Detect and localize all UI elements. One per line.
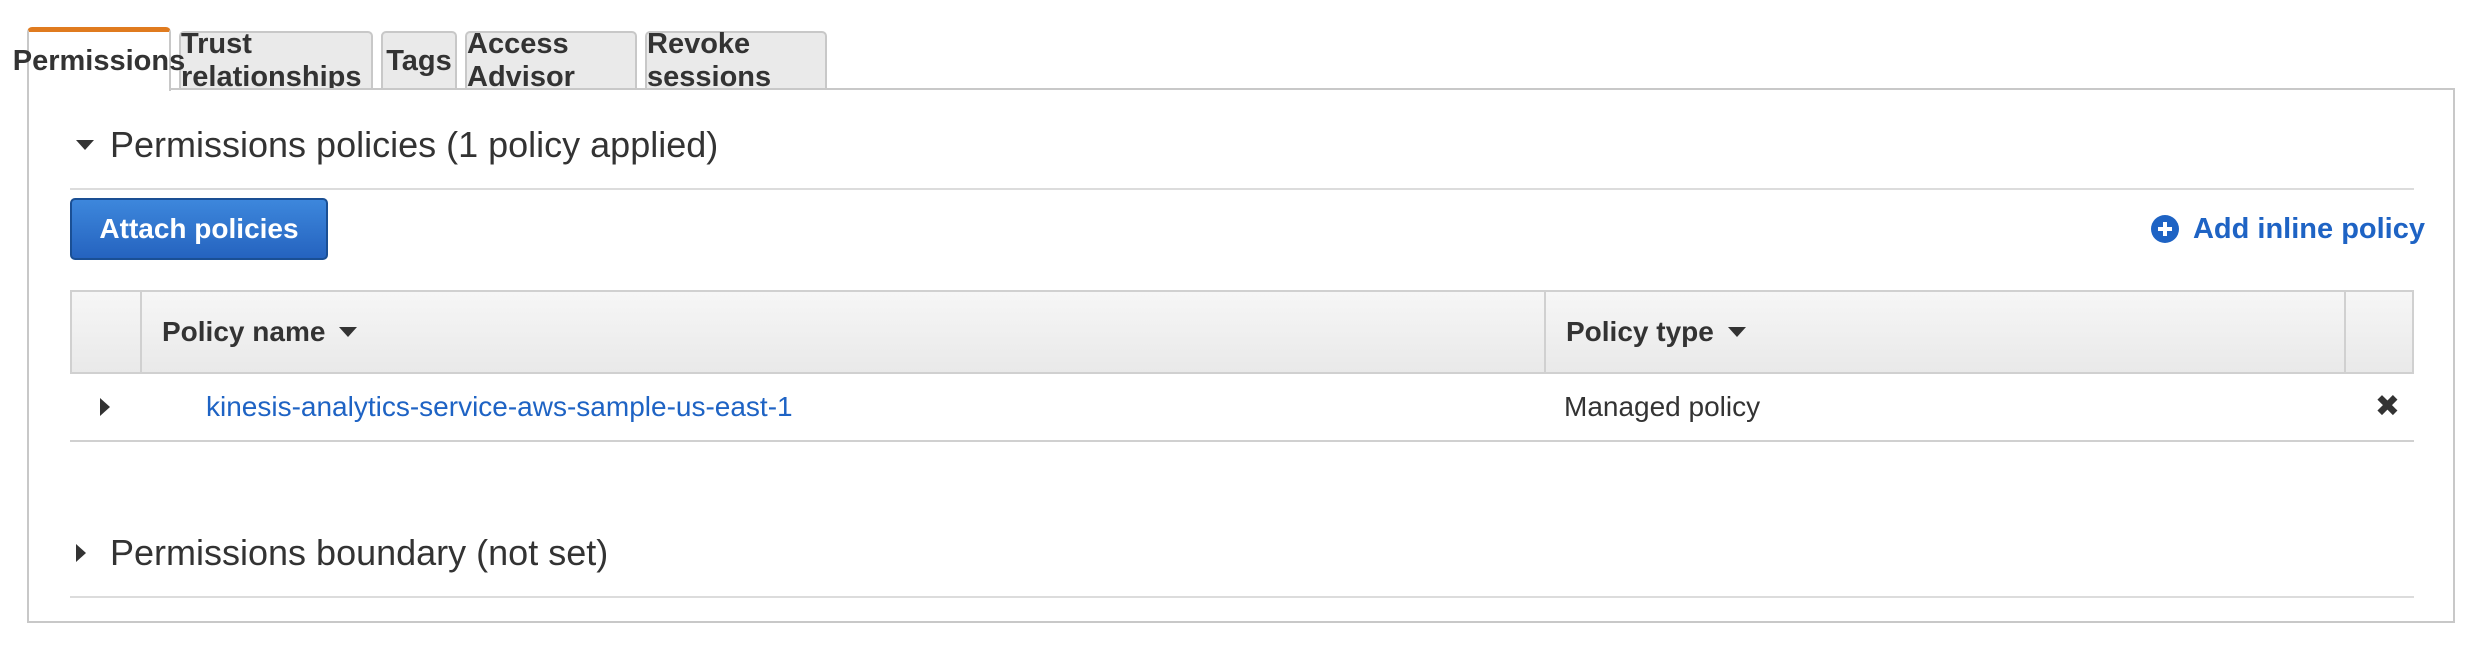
close-x-icon[interactable]: ✖ xyxy=(2375,392,2400,422)
policy-name-link[interactable]: kinesis-analytics-service-aws-sample-us-… xyxy=(206,391,793,423)
tab-bar: Permissions Trust relationships Tags Acc… xyxy=(13,27,835,93)
attach-policies-button[interactable]: Attach policies xyxy=(70,198,328,260)
caret-down-icon xyxy=(70,140,106,150)
tab-revoke-sessions[interactable]: Revoke sessions xyxy=(645,28,827,93)
sort-caret-icon xyxy=(339,327,358,337)
permissions-policies-header[interactable]: Permissions policies (1 policy applied) xyxy=(70,102,2414,190)
remove-policy-cell: ✖ xyxy=(2344,374,2414,440)
row-expand-toggle[interactable] xyxy=(70,374,140,440)
action-column-header xyxy=(2346,292,2412,372)
tab-tags[interactable]: Tags xyxy=(381,31,457,89)
tab-access-advisor[interactable]: Access Advisor xyxy=(465,28,637,93)
sort-caret-icon xyxy=(1727,327,1746,337)
expand-column-header xyxy=(72,292,142,372)
plus-circle-icon xyxy=(2150,215,2179,243)
table-row: kinesis-analytics-service-aws-sample-us-… xyxy=(70,374,2414,442)
caret-right-icon xyxy=(70,544,106,562)
table-header: Policy name Policy type xyxy=(70,290,2414,374)
tab-trust-relationships[interactable]: Trust relationships xyxy=(179,28,373,93)
policies-table: Policy name Policy type kinesis-analytic… xyxy=(70,290,2414,442)
tab-permissions[interactable]: Permissions xyxy=(13,27,185,91)
column-header-label: Policy type xyxy=(1566,316,1714,347)
policy-type-cell: Managed policy xyxy=(1564,391,1761,422)
permissions-panel: Permissions policies (1 policy applied) … xyxy=(27,88,2455,623)
permissions-policies-title: Permissions policies (1 policy applied) xyxy=(110,124,719,165)
policy-name-cell: kinesis-analytics-service-aws-sample-us-… xyxy=(140,374,1544,440)
add-inline-policy-link[interactable]: Add inline policy xyxy=(2150,198,2425,260)
add-inline-policy-label: Add inline policy xyxy=(2192,212,2425,245)
permissions-boundary-header[interactable]: Permissions boundary (not set) xyxy=(70,510,2414,598)
column-header-policy-name[interactable]: Policy name xyxy=(142,292,1546,372)
caret-right-icon xyxy=(100,398,110,416)
column-header-policy-type[interactable]: Policy type xyxy=(1546,292,2346,372)
column-header-label: Policy name xyxy=(162,316,326,347)
permissions-boundary-title: Permissions boundary (not set) xyxy=(110,532,609,573)
